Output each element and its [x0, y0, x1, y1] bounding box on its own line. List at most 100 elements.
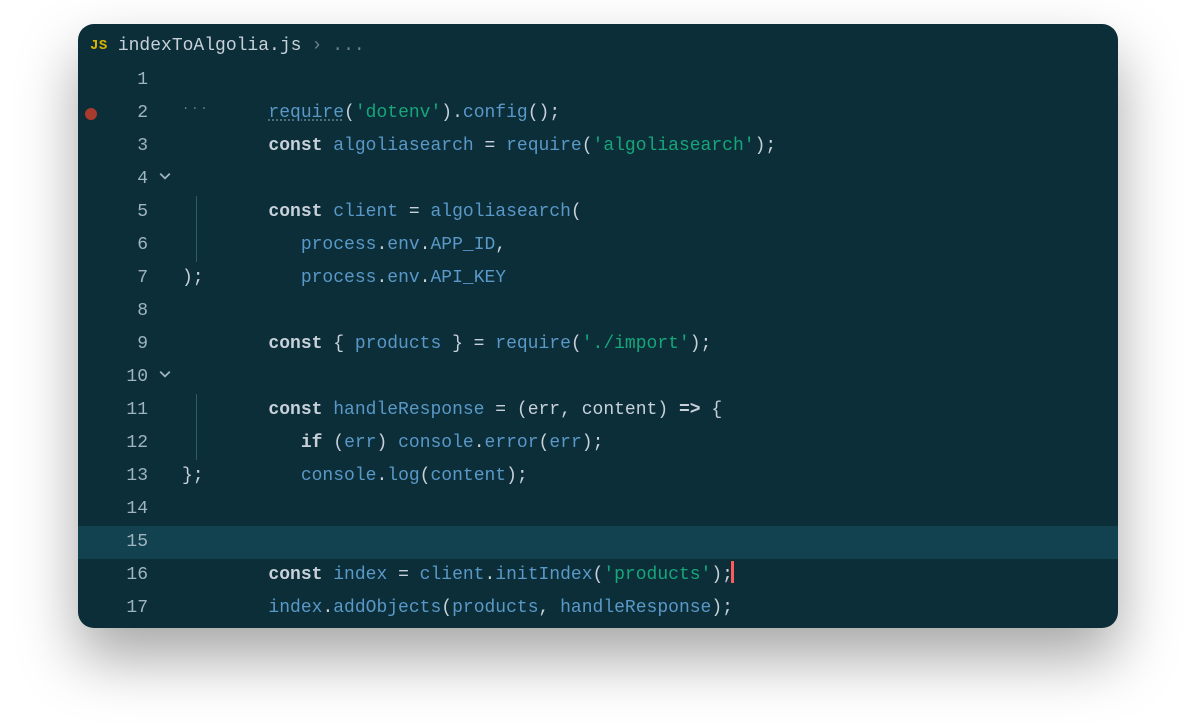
line-number: 17 — [104, 592, 154, 625]
fold-gutter[interactable] — [154, 361, 176, 394]
gutter-breakpoint[interactable] — [78, 295, 104, 328]
fold-gutter[interactable] — [154, 493, 176, 526]
fold-gutter[interactable] — [154, 97, 176, 130]
fold-gutter[interactable] — [154, 526, 176, 559]
code-content[interactable] — [176, 493, 1118, 526]
code-content[interactable] — [176, 328, 1118, 361]
fold-gutter[interactable] — [154, 427, 176, 460]
code-content[interactable]: const handleResponse = (err, content) =>… — [176, 361, 1118, 394]
gutter-breakpoint[interactable] — [78, 460, 104, 493]
line-number: 8 — [104, 295, 154, 328]
token-punct: ); — [182, 268, 204, 288]
code-content[interactable]: process.env.API_KEY — [176, 229, 1118, 262]
gutter-breakpoint[interactable] — [78, 196, 104, 229]
code-line[interactable]: 17 — [78, 592, 1118, 625]
breakpoint-icon[interactable] — [85, 108, 97, 120]
line-number: 6 — [104, 229, 154, 262]
gutter-breakpoint[interactable] — [78, 130, 104, 163]
breadcrumb[interactable]: JS indexToAlgolia.js › ... — [78, 30, 1118, 64]
gutter-breakpoint[interactable] — [78, 493, 104, 526]
chevron-down-icon[interactable] — [159, 361, 171, 394]
gutter-breakpoint[interactable] — [78, 262, 104, 295]
code-line[interactable]: 1 require('dotenv').config(); ... — [78, 64, 1118, 97]
code-line[interactable]: 3 — [78, 130, 1118, 163]
code-content[interactable]: const client = algoliasearch( — [176, 163, 1118, 196]
code-line[interactable]: 10 const handleResponse = (err, content)… — [78, 361, 1118, 394]
code-line[interactable]: 8 const { products } = require('./import… — [78, 295, 1118, 328]
indent-guide — [196, 394, 197, 427]
code-content[interactable]: }; — [176, 460, 1118, 493]
gutter-breakpoint[interactable] — [78, 592, 104, 625]
fold-gutter[interactable] — [154, 163, 176, 196]
gutter-breakpoint[interactable] — [78, 427, 104, 460]
code-content[interactable]: index.addObjects(products, handleRespons… — [176, 559, 1118, 592]
code-content[interactable] — [176, 592, 1118, 625]
line-number: 13 — [104, 460, 154, 493]
code-content[interactable]: console.log(content); — [176, 427, 1118, 460]
fold-gutter[interactable] — [154, 229, 176, 262]
code-line[interactable]: 16 index.addObjects(products, handleResp… — [78, 559, 1118, 592]
gutter-breakpoint[interactable] — [78, 526, 104, 559]
gutter-breakpoint[interactable] — [78, 97, 104, 130]
indent-guide — [196, 427, 197, 460]
code-line[interactable]: 6 process.env.API_KEY — [78, 229, 1118, 262]
line-number: 5 — [104, 196, 154, 229]
chevron-down-icon[interactable] — [159, 163, 171, 196]
chevron-right-icon: › — [311, 36, 322, 56]
gutter-breakpoint[interactable] — [78, 163, 104, 196]
fold-gutter[interactable] — [154, 262, 176, 295]
line-number: 4 — [104, 163, 154, 196]
line-number: 3 — [104, 130, 154, 163]
line-number: 7 — [104, 262, 154, 295]
code-line[interactable]: 4 const client = algoliasearch( — [78, 163, 1118, 196]
line-number: 15 — [104, 526, 154, 559]
code-content[interactable]: const algoliasearch = require('algoliase… — [176, 97, 1118, 130]
line-number: 2 — [104, 97, 154, 130]
code-editor[interactable]: 1 require('dotenv').config(); ... 2 cons… — [78, 64, 1118, 625]
line-number: 11 — [104, 394, 154, 427]
code-content[interactable]: ); — [176, 262, 1118, 295]
fold-gutter[interactable] — [154, 394, 176, 427]
line-number: 14 — [104, 493, 154, 526]
code-line[interactable]: 13 }; — [78, 460, 1118, 493]
code-line[interactable]: 2 const algoliasearch = require('algolia… — [78, 97, 1118, 130]
line-number: 10 — [104, 361, 154, 394]
editor-window: JS indexToAlgolia.js › ... 1 require('do… — [78, 24, 1118, 628]
line-number: 16 — [104, 559, 154, 592]
fold-gutter[interactable] — [154, 130, 176, 163]
gutter-breakpoint[interactable] — [78, 328, 104, 361]
fold-gutter[interactable] — [154, 460, 176, 493]
code-line[interactable]: 12 console.log(content); — [78, 427, 1118, 460]
fold-gutter[interactable] — [154, 328, 176, 361]
token-punct: }; — [182, 466, 204, 486]
code-line[interactable]: 14 — [78, 493, 1118, 526]
code-content[interactable]: require('dotenv').config(); ... — [176, 64, 1118, 97]
code-line[interactable]: 7 ); — [78, 262, 1118, 295]
line-number: 9 — [104, 328, 154, 361]
code-line[interactable]: 5 process.env.APP_ID, — [78, 196, 1118, 229]
code-content[interactable]: if (err) console.error(err); — [176, 394, 1118, 427]
gutter-breakpoint[interactable] — [78, 229, 104, 262]
indent-guide — [196, 196, 197, 229]
code-line[interactable]: 11 if (err) console.error(err); — [78, 394, 1118, 427]
code-line-active[interactable]: 15 const index = client.initIndex('produ… — [78, 526, 1118, 559]
fold-gutter[interactable] — [154, 64, 176, 97]
breadcrumb-filename[interactable]: indexToAlgolia.js — [118, 36, 302, 56]
gutter-breakpoint[interactable] — [78, 394, 104, 427]
gutter-breakpoint[interactable] — [78, 361, 104, 394]
gutter-breakpoint[interactable] — [78, 559, 104, 592]
fold-gutter[interactable] — [154, 295, 176, 328]
fold-gutter[interactable] — [154, 592, 176, 625]
fold-gutter[interactable] — [154, 196, 176, 229]
code-line[interactable]: 9 — [78, 328, 1118, 361]
indent-guide — [196, 229, 197, 262]
code-content[interactable] — [176, 130, 1118, 163]
code-content[interactable]: const { products } = require('./import')… — [176, 295, 1118, 328]
fold-gutter[interactable] — [154, 559, 176, 592]
code-content[interactable]: const index = client.initIndex('products… — [176, 526, 1118, 559]
file-badge-js: JS — [90, 38, 108, 54]
breadcrumb-ellipsis[interactable]: ... — [332, 36, 364, 56]
gutter-breakpoint[interactable] — [78, 64, 104, 97]
line-number: 12 — [104, 427, 154, 460]
code-content[interactable]: process.env.APP_ID, — [176, 196, 1118, 229]
